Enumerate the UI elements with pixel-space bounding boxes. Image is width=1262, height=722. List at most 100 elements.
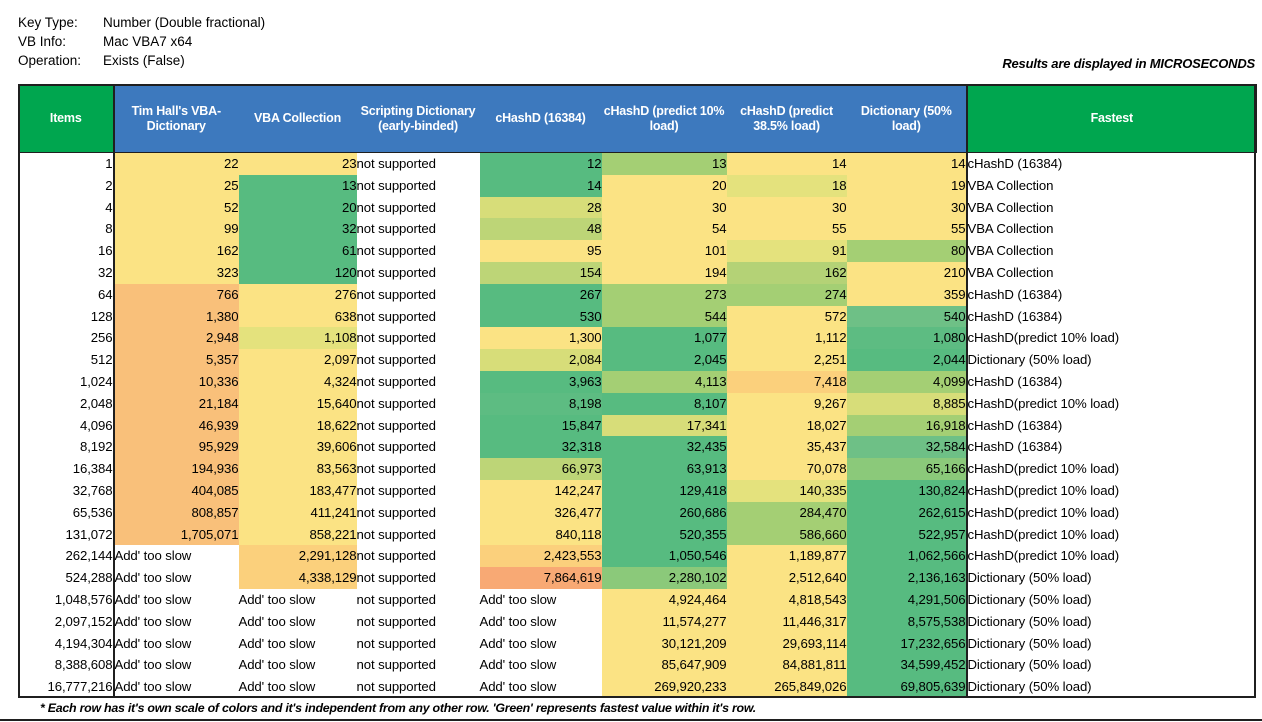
cell-items: 131,072: [19, 524, 114, 546]
cell-tim-hall: 46,939: [114, 415, 239, 437]
cell-tim-hall: 2,948: [114, 327, 239, 349]
cell-vba-collection: 4,324: [239, 371, 357, 393]
cell-chashd-predict-10: 20: [602, 175, 727, 197]
cell-fastest: cHashD(predict 10% load): [967, 545, 1257, 567]
column-header-vba-collection[interactable]: VBA Collection: [239, 85, 357, 153]
cell-items: 16,384: [19, 458, 114, 480]
cell-chashd-predict-38-5: 2,512,640: [727, 567, 847, 589]
column-header-tim-hall-vba-dictionary[interactable]: Tim Hall's VBA-Dictionary: [114, 85, 239, 153]
table-row: 8,19295,92939,606not supported32,31832,4…: [19, 436, 1257, 458]
cell-fastest: Dictionary (50% load): [967, 611, 1257, 633]
cell-dictionary-50: 522,957: [847, 524, 967, 546]
cell-chashd-16384: 326,477: [480, 502, 602, 524]
cell-chashd-16384: 1,300: [480, 327, 602, 349]
cell-items: 8: [19, 218, 114, 240]
cell-chashd-predict-10: 1,050,546: [602, 545, 727, 567]
table-row: 89932not supported48545555VBA Collection: [19, 218, 1257, 240]
cell-scripting-dictionary: not supported: [357, 153, 480, 175]
cell-items: 16: [19, 240, 114, 262]
cell-vba-collection: Add' too slow: [239, 589, 357, 611]
cell-items: 128: [19, 306, 114, 328]
cell-scripting-dictionary: not supported: [357, 633, 480, 655]
table-row: 2,097,152Add' too slowAdd' too slownot s…: [19, 611, 1257, 633]
cell-chashd-predict-10: 30,121,209: [602, 633, 727, 655]
cell-fastest: cHashD (16384): [967, 284, 1257, 306]
cell-tim-hall: 21,184: [114, 393, 239, 415]
cell-chashd-predict-38-5: 284,470: [727, 502, 847, 524]
cell-dictionary-50: 16,918: [847, 415, 967, 437]
cell-dictionary-50: 4,291,506: [847, 589, 967, 611]
cell-fastest: VBA Collection: [967, 197, 1257, 219]
cell-chashd-16384: 7,864,619: [480, 567, 602, 589]
table-row: 524,288Add' too slow4,338,129not support…: [19, 567, 1257, 589]
cell-items: 2: [19, 175, 114, 197]
table-header-row: Items Tim Hall's VBA-Dictionary VBA Coll…: [19, 85, 1257, 153]
cell-dictionary-50: 65,166: [847, 458, 967, 480]
cell-scripting-dictionary: not supported: [357, 436, 480, 458]
benchmark-table-wrapper: Items Tim Hall's VBA-Dictionary VBA Coll…: [18, 84, 1256, 698]
cell-vba-collection: Add' too slow: [239, 654, 357, 676]
column-header-chashd-predict-10[interactable]: cHashD (predict 10% load): [602, 85, 727, 153]
cell-vba-collection: 276: [239, 284, 357, 306]
cell-fastest: VBA Collection: [967, 262, 1257, 284]
column-header-scripting-dictionary[interactable]: Scripting Dictionary (early-binded): [357, 85, 480, 153]
meta-label-operation: Operation:: [18, 53, 103, 68]
results-units-note: Results are displayed in MICROSECONDS: [1002, 56, 1255, 71]
cell-fastest: Dictionary (50% load): [967, 567, 1257, 589]
cell-vba-collection: 39,606: [239, 436, 357, 458]
cell-fastest: VBA Collection: [967, 240, 1257, 262]
benchmark-table: Items Tim Hall's VBA-Dictionary VBA Coll…: [18, 84, 1257, 698]
cell-dictionary-50: 359: [847, 284, 967, 306]
meta-label-key-type: Key Type:: [18, 15, 103, 30]
cell-scripting-dictionary: not supported: [357, 545, 480, 567]
table-border: [18, 84, 20, 698]
column-header-chashd-16384[interactable]: cHashD (16384): [480, 85, 602, 153]
cell-items: 2,097,152: [19, 611, 114, 633]
cell-chashd-predict-38-5: 55: [727, 218, 847, 240]
cell-chashd-predict-38-5: 35,437: [727, 436, 847, 458]
meta-value-operation: Exists (False): [103, 53, 718, 68]
cell-chashd-16384: Add' too slow: [480, 676, 602, 698]
cell-items: 2,048: [19, 393, 114, 415]
cell-chashd-predict-38-5: 18: [727, 175, 847, 197]
column-header-fastest[interactable]: Fastest: [967, 85, 1257, 153]
cell-chashd-predict-10: 8,107: [602, 393, 727, 415]
cell-scripting-dictionary: not supported: [357, 458, 480, 480]
cell-dictionary-50: 8,575,538: [847, 611, 967, 633]
cell-vba-collection: 4,338,129: [239, 567, 357, 589]
cell-chashd-predict-38-5: 11,446,317: [727, 611, 847, 633]
cell-chashd-16384: 267: [480, 284, 602, 306]
cell-fastest: Dictionary (50% load): [967, 589, 1257, 611]
cell-chashd-predict-10: 194: [602, 262, 727, 284]
column-header-chashd-predict-38-5[interactable]: cHashD (predict 38.5% load): [727, 85, 847, 153]
cell-chashd-16384: 3,963: [480, 371, 602, 393]
cell-tim-hall: 194,936: [114, 458, 239, 480]
cell-chashd-predict-38-5: 572: [727, 306, 847, 328]
cell-vba-collection: 13: [239, 175, 357, 197]
cell-scripting-dictionary: not supported: [357, 524, 480, 546]
cell-tim-hall: Add' too slow: [114, 676, 239, 698]
cell-chashd-16384: 530: [480, 306, 602, 328]
cell-dictionary-50: 1,080: [847, 327, 967, 349]
cell-items: 8,388,608: [19, 654, 114, 676]
table-row: 4,09646,93918,622not supported15,84717,3…: [19, 415, 1257, 437]
cell-tim-hall: 10,336: [114, 371, 239, 393]
cell-chashd-16384: 840,118: [480, 524, 602, 546]
table-row: 16,777,216Add' too slowAdd' too slownot …: [19, 676, 1257, 698]
column-header-dictionary-50[interactable]: Dictionary (50% load): [847, 85, 967, 153]
cell-chashd-16384: 66,973: [480, 458, 602, 480]
cell-chashd-predict-10: 544: [602, 306, 727, 328]
cell-scripting-dictionary: not supported: [357, 371, 480, 393]
column-header-items[interactable]: Items: [19, 85, 114, 153]
table-row: 65,536808,857411,241not supported326,477…: [19, 502, 1257, 524]
cell-chashd-predict-38-5: 265,849,026: [727, 676, 847, 698]
table-row: 12223not supported12131414cHashD (16384): [19, 153, 1257, 175]
cell-vba-collection: 23: [239, 153, 357, 175]
cell-scripting-dictionary: not supported: [357, 175, 480, 197]
cell-fastest: Dictionary (50% load): [967, 349, 1257, 371]
cell-chashd-predict-38-5: 140,335: [727, 480, 847, 502]
cell-scripting-dictionary: not supported: [357, 567, 480, 589]
cell-chashd-predict-10: 63,913: [602, 458, 727, 480]
cell-tim-hall: Add' too slow: [114, 567, 239, 589]
table-row: 131,0721,705,071858,221not supported840,…: [19, 524, 1257, 546]
